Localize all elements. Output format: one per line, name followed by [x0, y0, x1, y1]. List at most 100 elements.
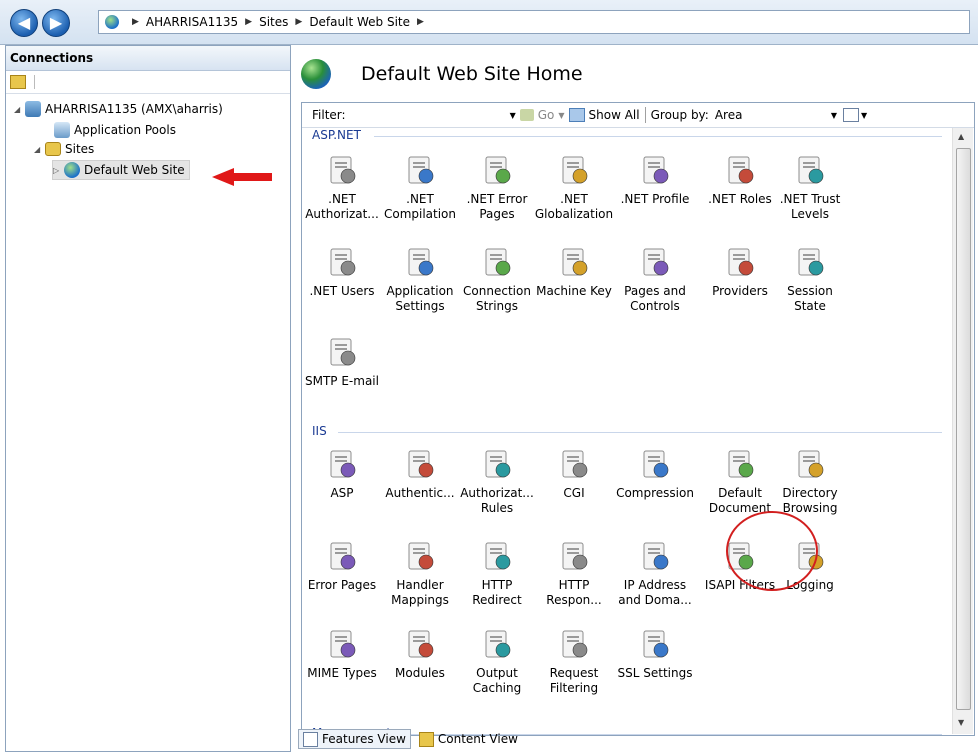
- feature-mime-types[interactable]: MIME Types: [302, 628, 382, 681]
- feature-label: CGI: [563, 486, 585, 500]
- feature-net-error-pages[interactable]: .NET Error Pages: [457, 154, 537, 222]
- toolbar-divider: [34, 75, 35, 89]
- app-pools-icon: [54, 122, 70, 138]
- feature-net-compilation[interactable]: .NET Compilation: [380, 154, 460, 222]
- feature-compression[interactable]: Compression: [615, 448, 695, 501]
- feature-cgi[interactable]: CGI: [534, 448, 614, 501]
- connection-strings-icon: [481, 246, 513, 278]
- feature-http-redirect[interactable]: HTTP Redirect: [457, 540, 537, 608]
- feature-application-settings[interactable]: Application Settings: [380, 246, 460, 314]
- authorization-rules-icon: [481, 448, 513, 480]
- providers-icon: [724, 246, 756, 278]
- tree-item-label: Sites: [65, 142, 95, 156]
- feature-directory-browsing[interactable]: Directory Browsing: [770, 448, 850, 516]
- net-roles-icon: [724, 154, 756, 186]
- feature-ssl-settings[interactable]: SSL Settings: [615, 628, 695, 681]
- feature-http-response-headers[interactable]: HTTP Respon...: [534, 540, 614, 608]
- globe-icon: [64, 162, 80, 178]
- binoculars-icon: [519, 109, 534, 121]
- dropdown-icon[interactable]: ▼: [558, 111, 564, 120]
- feature-machine-key[interactable]: Machine Key: [534, 246, 614, 299]
- feature-label: Session State: [787, 284, 833, 313]
- vertical-scrollbar[interactable]: ▲ ▼: [952, 128, 973, 734]
- group-by-select[interactable]: Area: [715, 108, 831, 122]
- group-header-iis[interactable]: IIS: [312, 424, 327, 438]
- feature-net-roles[interactable]: .NET Roles: [700, 154, 780, 207]
- dropdown-icon[interactable]: ▼: [861, 111, 867, 120]
- tree-item-sites[interactable]: ◢ Sites: [34, 140, 94, 158]
- tree-item-label: Application Pools: [74, 123, 176, 137]
- net-profile-icon: [639, 154, 671, 186]
- feature-modules[interactable]: Modules: [380, 628, 460, 681]
- feature-net-trust-levels[interactable]: .NET Trust Levels: [770, 154, 850, 222]
- feature-pages-controls[interactable]: Pages and Controls: [615, 246, 695, 314]
- feature-output-caching[interactable]: Output Caching: [457, 628, 537, 696]
- back-button[interactable]: ◀: [10, 9, 38, 37]
- filter-label: Filter:: [312, 108, 346, 122]
- filter-dropdown-icon[interactable]: ▼: [510, 111, 516, 120]
- connections-toolbar: [6, 71, 290, 94]
- feature-ip-domain-restrictions[interactable]: IP Address and Doma...: [615, 540, 695, 608]
- feature-request-filtering[interactable]: Request Filtering: [534, 628, 614, 696]
- feature-default-document[interactable]: Default Document: [700, 448, 780, 516]
- feature-providers[interactable]: Providers: [700, 246, 780, 299]
- breadcrumb-server[interactable]: AHARRISA1135: [146, 15, 238, 29]
- scroll-up-icon[interactable]: ▲: [958, 132, 964, 141]
- content-view-tab[interactable]: Content View: [414, 729, 523, 749]
- forward-button[interactable]: ▶: [42, 9, 70, 37]
- feature-smtp-email[interactable]: SMTP E-mail: [302, 336, 382, 389]
- feature-handler-mappings[interactable]: Handler Mappings: [380, 540, 460, 608]
- feature-net-users[interactable]: .NET Users: [302, 246, 382, 299]
- show-all-button[interactable]: Show All: [568, 108, 640, 122]
- feature-label: .NET Users: [309, 284, 375, 298]
- feature-label: Output Caching: [472, 666, 522, 695]
- output-caching-icon: [481, 628, 513, 660]
- filter-toolbar: Filter: ▼ Go ▼ Show All Group by: Area ▼…: [302, 103, 974, 128]
- feature-label: Handler Mappings: [391, 578, 449, 607]
- breadcrumb-site[interactable]: Default Web Site: [309, 15, 410, 29]
- go-button[interactable]: Go ▼: [519, 108, 565, 122]
- feature-net-profile[interactable]: .NET Profile: [615, 154, 695, 207]
- breadcrumb-separator: ▶: [132, 17, 139, 27]
- view-mode-icon[interactable]: [843, 108, 859, 122]
- feature-connection-strings[interactable]: Connection Strings: [457, 246, 537, 314]
- feature-label: Providers: [712, 284, 768, 298]
- tree-item-default-web-site[interactable]: ▷ Default Web Site: [52, 160, 190, 180]
- feature-asp[interactable]: ASP: [302, 448, 382, 501]
- features-view-tab[interactable]: Features View: [298, 729, 411, 749]
- feature-label: SSL Settings: [617, 666, 693, 680]
- group-by-dropdown-icon[interactable]: ▼: [831, 111, 837, 120]
- scroll-down-icon[interactable]: ▼: [958, 718, 964, 727]
- collapse-icon[interactable]: ◢: [14, 105, 22, 114]
- feature-net-authorization[interactable]: .NET Authorizat...: [302, 154, 382, 222]
- features-view-label: Features View: [322, 732, 406, 746]
- group-divider: [338, 432, 942, 433]
- feature-net-globalization[interactable]: .NET Globalization: [534, 154, 614, 222]
- handler-mappings-icon: [404, 540, 436, 572]
- tree-item-application-pools[interactable]: Application Pools: [54, 121, 176, 139]
- filter-input[interactable]: [345, 105, 510, 125]
- group-by-label: Group by:: [650, 108, 709, 122]
- feature-authorization-rules[interactable]: Authorizat... Rules: [457, 448, 537, 516]
- pages-controls-icon: [639, 246, 671, 278]
- collapse-icon[interactable]: ◢: [34, 145, 42, 154]
- net-error-pages-icon: [481, 154, 513, 186]
- feature-error-pages[interactable]: Error Pages: [302, 540, 382, 593]
- asp-icon: [326, 448, 358, 480]
- request-filtering-icon: [558, 628, 590, 660]
- group-header-aspnet[interactable]: ASP.NET: [312, 128, 361, 142]
- globe-icon: [105, 15, 119, 29]
- feature-session-state[interactable]: Session State: [770, 246, 850, 314]
- directory-browsing-icon: [794, 448, 826, 480]
- scrollbar-thumb[interactable]: [956, 148, 971, 710]
- tree-item-server[interactable]: ◢ AHARRISA1135 (AMX\aharris): [14, 100, 223, 118]
- http-redirect-icon: [481, 540, 513, 572]
- folder-icon[interactable]: [10, 75, 26, 89]
- feature-authentication[interactable]: Authentic...: [380, 448, 460, 501]
- breadcrumb-sites[interactable]: Sites: [259, 15, 288, 29]
- mime-types-icon: [326, 628, 358, 660]
- net-globalization-icon: [558, 154, 590, 186]
- expand-icon[interactable]: ▷: [53, 166, 61, 175]
- feature-grid: ASP.NET .NET Authorizat... .NET Compilatio…: [302, 128, 952, 735]
- address-bar[interactable]: ▶ AHARRISA1135 ▶ Sites ▶ Default Web Sit…: [98, 10, 970, 34]
